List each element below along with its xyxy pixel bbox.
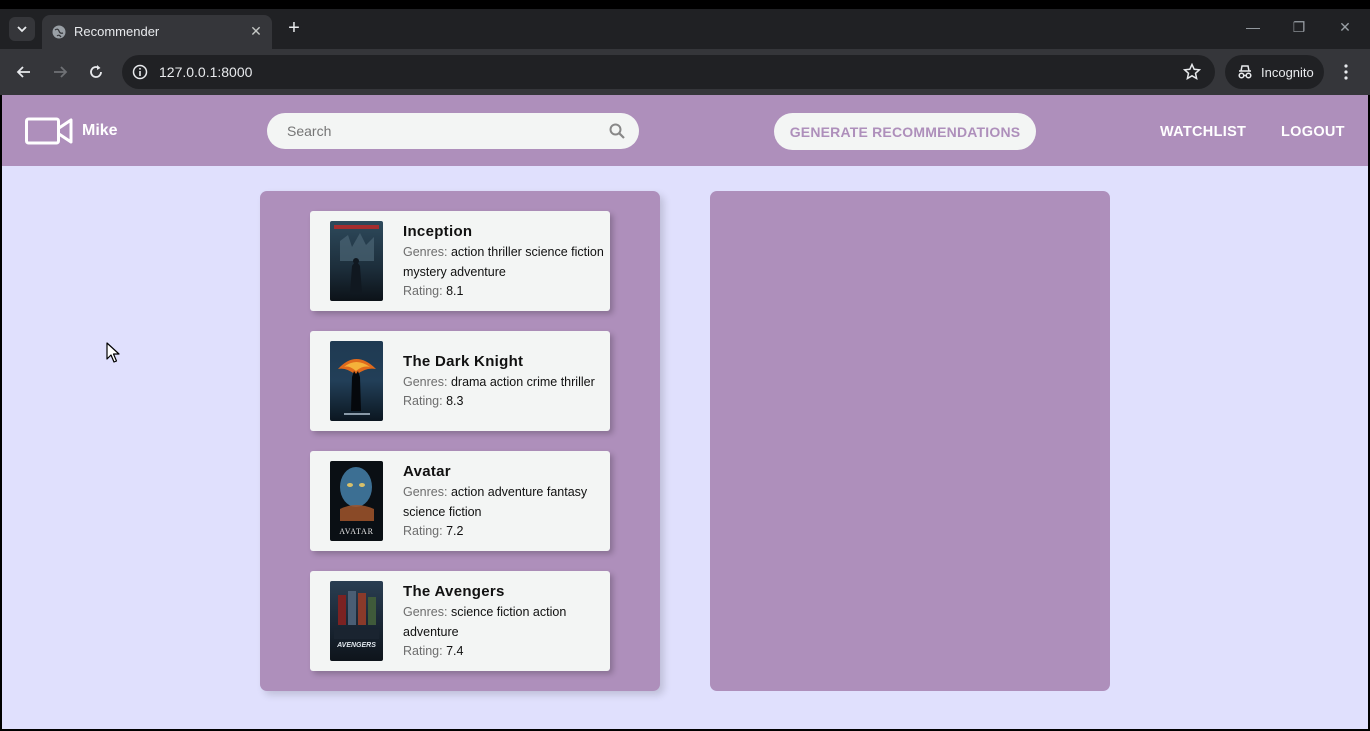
reload-button[interactable] <box>85 61 107 83</box>
generate-recommendations-button[interactable]: GENERATE RECOMMENDATIONS <box>774 113 1036 150</box>
arrow-left-icon <box>16 66 30 78</box>
logout-link[interactable]: LOGOUT <box>1281 124 1345 140</box>
movie-title: The Dark Knight <box>403 353 524 370</box>
movie-card[interactable]: The Dark Knight Genres: drama action cri… <box>310 331 610 431</box>
restore-icon[interactable]: ❐ <box>1289 19 1309 36</box>
movie-genres: Genres: action adventure fantasy science… <box>403 482 608 522</box>
tab-close-icon[interactable]: ✕ <box>248 23 264 39</box>
rating-label: Rating: <box>403 644 443 658</box>
recommendations-panel <box>710 191 1110 691</box>
reload-icon <box>90 65 102 78</box>
forward-button[interactable] <box>49 61 71 83</box>
tab-search-button[interactable] <box>9 17 35 41</box>
rating-value: 7.4 <box>446 644 464 658</box>
rating-label: Rating: <box>403 284 443 298</box>
movie-poster <box>330 221 383 301</box>
movie-rating: Rating: 7.4 <box>403 644 463 658</box>
rating-label: Rating: <box>403 524 443 538</box>
movie-title: Avatar <box>403 463 451 480</box>
video-camera-icon[interactable] <box>25 116 73 146</box>
movie-genres: Genres: drama action crime thriller <box>403 372 613 392</box>
movie-card[interactable]: Inception Genres: action thriller scienc… <box>310 211 610 311</box>
poster-title: AVENGERS <box>336 642 376 649</box>
more-menu-icon[interactable] <box>1337 63 1355 81</box>
movie-genres: Genres: action thriller science fiction … <box>403 242 608 282</box>
genres-label: Genres: <box>403 485 448 499</box>
search-icon[interactable] <box>609 123 625 139</box>
movie-rating: Rating: 8.1 <box>403 284 463 298</box>
navbar: Mike GENERATE RECOMMENDATIONS WATCHLIST … <box>2 95 1368 166</box>
movie-poster: AVENGERS <box>330 581 383 661</box>
browser-toolbar: 127.0.0.1:8000 Incognito <box>0 49 1370 95</box>
globe-icon <box>52 25 66 39</box>
tab-strip: Recommender ✕ + — ❐ ✕ <box>0 9 1370 49</box>
rating-label: Rating: <box>403 394 443 408</box>
tab-recommender[interactable]: Recommender ✕ <box>42 15 272 49</box>
site-info-icon[interactable] <box>132 64 148 80</box>
page: Mike GENERATE RECOMMENDATIONS WATCHLIST … <box>2 95 1368 729</box>
new-tab-button[interactable]: + <box>284 18 304 40</box>
movie-genres: Genres: science fiction action adventure <box>403 602 608 642</box>
movie-card[interactable]: AVATAR Avatar Genres: action adventure f… <box>310 451 610 551</box>
movie-rating: Rating: 7.2 <box>403 524 463 538</box>
movie-title: Inception <box>403 223 473 240</box>
rating-value: 8.3 <box>446 394 464 408</box>
incognito-label: Incognito <box>1261 65 1314 80</box>
browser-chrome: Recommender ✕ + — ❐ ✕ 127.0.0.1:8000 Inc… <box>0 9 1370 95</box>
movie-title: The Avengers <box>403 583 505 600</box>
genres-label: Genres: <box>403 375 448 389</box>
window-close-icon[interactable]: ✕ <box>1335 19 1355 36</box>
incognito-indicator[interactable]: Incognito <box>1225 55 1324 89</box>
search-bar <box>267 113 639 149</box>
genres-label: Genres: <box>403 605 448 619</box>
tab-title: Recommender <box>74 24 160 39</box>
minimize-icon[interactable]: — <box>1243 19 1263 35</box>
movie-poster <box>330 341 383 421</box>
watchlist-link[interactable]: WATCHLIST <box>1160 124 1246 140</box>
movie-card[interactable]: AVENGERS The Avengers Genres: science fi… <box>310 571 610 671</box>
rating-value: 8.1 <box>446 284 464 298</box>
url-text[interactable]: 127.0.0.1:8000 <box>159 64 252 80</box>
user-name: Mike <box>82 122 118 139</box>
bookmark-star-icon[interactable] <box>1183 63 1201 81</box>
genres-value: drama action crime thriller <box>450 375 595 389</box>
back-button[interactable] <box>13 61 35 83</box>
mouse-cursor-icon <box>106 342 120 363</box>
address-bar[interactable]: 127.0.0.1:8000 <box>122 55 1215 89</box>
arrow-right-icon <box>54 66 68 78</box>
chevron-down-icon <box>17 26 27 33</box>
rating-value: 7.2 <box>446 524 464 538</box>
incognito-icon <box>1238 65 1252 79</box>
movie-poster: AVATAR <box>330 461 383 541</box>
movie-list-panel: Inception Genres: action thriller scienc… <box>260 191 660 691</box>
search-input[interactable] <box>287 113 597 149</box>
movie-rating: Rating: 8.3 <box>403 394 463 408</box>
poster-title: AVATAR <box>339 527 374 536</box>
genres-label: Genres: <box>403 245 448 259</box>
